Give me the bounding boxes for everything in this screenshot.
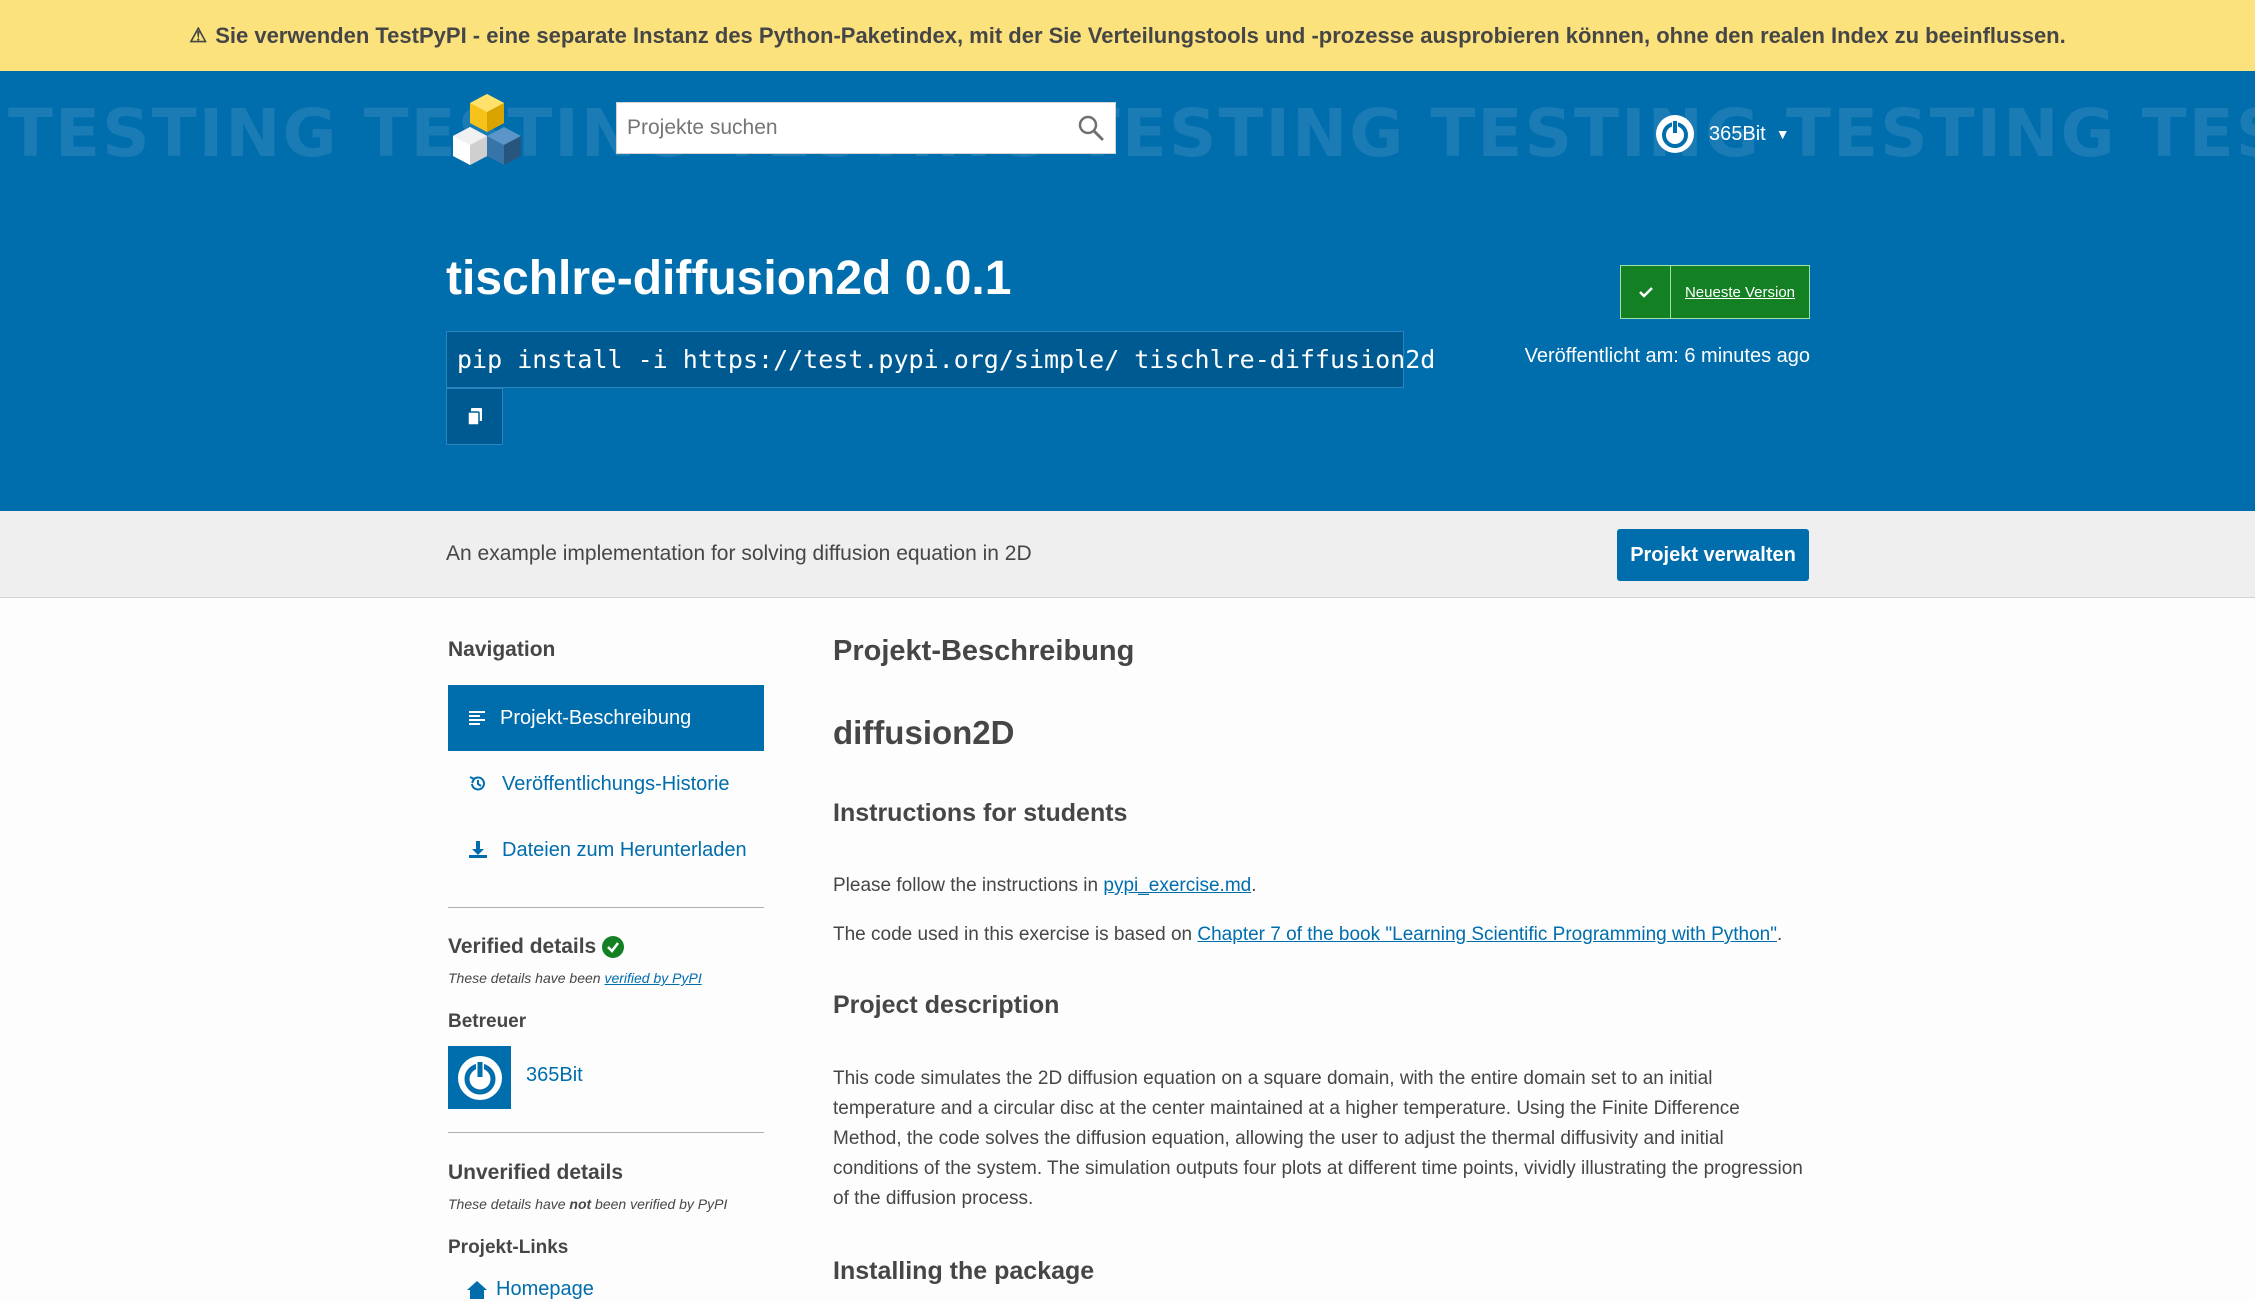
installing-heading: Installing the package (833, 1257, 1095, 1285)
verified-by-pypi-link[interactable]: verified by PyPI (604, 970, 701, 986)
copy-icon (466, 407, 482, 426)
user-menu[interactable]: 365Bit ▼ (1655, 114, 1790, 154)
project-links-title: Projekt-Links (448, 1237, 569, 1258)
verified-check-icon (602, 936, 625, 958)
chevron-down-icon: ▼ (1775, 126, 1790, 142)
tab-release-history[interactable]: Veröffentlichungs-Historie (448, 751, 764, 817)
latest-version-badge[interactable]: Neueste Version (1620, 265, 1810, 319)
search-input[interactable] (617, 103, 1057, 153)
unverified-details-title: Unverified details (448, 1161, 624, 1184)
warning-icon: ⚠ (189, 25, 208, 47)
tab-label: Projekt-Beschreibung (500, 706, 692, 729)
search-icon[interactable] (1077, 114, 1105, 142)
verified-note: These details have been verified by PyPI (448, 970, 702, 986)
banner-text: Sie verwenden TestPyPI - eine separate I… (215, 22, 2066, 48)
instructions-heading: Instructions for students (833, 799, 1128, 827)
verified-details-header: Verified details (448, 935, 625, 959)
testpypi-warning-banner: ⚠ Sie verwenden TestPyPI - eine separate… (0, 0, 2255, 71)
history-icon (469, 776, 485, 791)
verified-details-title: Verified details (448, 935, 597, 958)
maintainer-avatar-icon (457, 1055, 502, 1100)
tab-label: Veröffentlichungs-Historie (502, 772, 730, 795)
testing-watermark: TESTING TESTING TESTING TESTING TESTING … (8, 95, 2255, 172)
code-source-text: . (1776, 924, 1783, 945)
code-source-text: The code used in this exercise is based … (833, 924, 1198, 945)
pypi-logo-icon[interactable] (444, 89, 530, 175)
release-date: Veröffentlicht am: 6 minutes ago (1524, 345, 1810, 367)
readme-title: diffusion2D (833, 714, 1015, 751)
maintainers-title: Betreuer (448, 1011, 527, 1032)
pip-command: pip install -i https://test.pypi.org/sim… (446, 331, 1435, 388)
homepage-link[interactable]: Homepage (496, 1278, 594, 1301)
tab-project-description[interactable]: Projekt-Beschreibung (448, 685, 764, 751)
maintainer-link[interactable]: 365Bit (526, 1064, 583, 1087)
instructions-text: Please follow the instructions in (833, 875, 1104, 896)
unverified-note: These details have not been verified by … (448, 1196, 727, 1212)
divider (448, 907, 764, 908)
navigation-title: Navigation (448, 638, 556, 661)
package-title: tischlre-diffusion2d 0.0.1 (446, 252, 1012, 305)
divider (448, 1132, 764, 1133)
section-title: Projekt-Beschreibung (833, 635, 1135, 667)
tab-label: Dateien zum Herunterladen (502, 838, 747, 861)
package-header: tischlre-diffusion2d 0.0.1 pip install -… (0, 199, 2255, 511)
align-left-icon (469, 711, 485, 725)
project-description-heading: Project description (833, 991, 1060, 1019)
book-chapter-link[interactable]: Chapter 7 of the book "Learning Scientif… (1197, 924, 1777, 945)
latest-version-label[interactable]: Neueste Version (1671, 266, 1809, 318)
unverified-note-emphasis: not (569, 1196, 592, 1212)
tab-download-files[interactable]: Dateien zum Herunterladen (448, 817, 764, 883)
package-summary: An example implementation for solving di… (446, 542, 1032, 565)
package-summary-bar: An example implementation for solving di… (0, 511, 2255, 598)
maintainer-avatar[interactable] (448, 1046, 511, 1109)
manage-project-button[interactable]: Projekt verwalten (1617, 529, 1809, 581)
unverified-note-text: These details have (448, 1196, 570, 1212)
site-header: TESTING TESTING TESTING TESTING TESTING … (0, 71, 2255, 199)
project-description-paragraph: This code simulates the 2D diffusion equ… (833, 1068, 1803, 1209)
instructions-text: . (1251, 875, 1257, 896)
user-avatar-icon (1656, 115, 1694, 153)
homepage-link-row[interactable]: Homepage (466, 1278, 594, 1301)
download-icon (469, 841, 487, 858)
check-icon (1621, 266, 1671, 318)
code-source-paragraph: The code used in this exercise is based … (833, 920, 1811, 950)
pypi-exercise-link[interactable]: pypi_exercise.md (1103, 875, 1251, 896)
search-box (616, 102, 1116, 154)
home-icon (467, 1280, 487, 1299)
unverified-note-text: been verified by PyPI (591, 1196, 728, 1212)
username: 365Bit (1709, 122, 1766, 145)
copy-button[interactable] (446, 388, 503, 445)
instructions-paragraph: Please follow the instructions in pypi_e… (833, 871, 1811, 901)
verified-note-text: These details have been (448, 970, 605, 986)
